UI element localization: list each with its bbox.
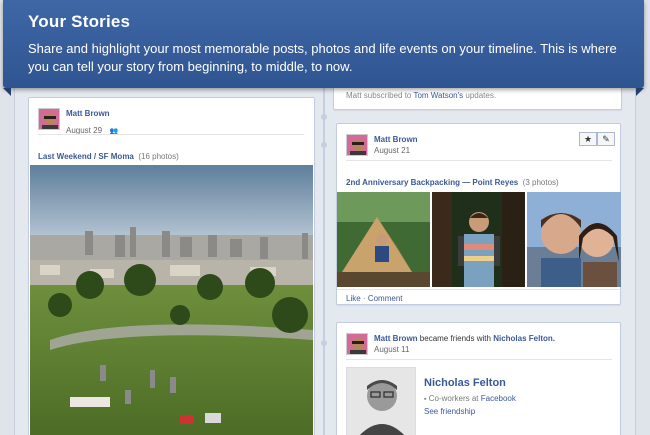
- album-post-card: Matt Brown August 29 👥 Last Weekend / SF…: [28, 97, 315, 435]
- banner-fold-left: [3, 88, 11, 96]
- action-separator: ·: [362, 294, 366, 303]
- album-link[interactable]: 2nd Anniversary Backpacking — Point Reye…: [346, 178, 518, 187]
- like-link[interactable]: Like: [346, 294, 361, 303]
- friendship-headline: Matt Brown became friends with Nicholas …: [374, 334, 555, 343]
- avatar[interactable]: [346, 333, 368, 355]
- album-count: (16 photos): [138, 152, 179, 161]
- author-name[interactable]: Matt Brown: [66, 109, 110, 118]
- post-actions: Like · Comment: [346, 294, 403, 303]
- banner-text: Share and highlight your most memorable …: [28, 41, 617, 74]
- friendship-post-card: Matt Brown became friends with Nicholas …: [336, 322, 621, 435]
- banner-title: Your Stories: [28, 12, 131, 31]
- briefcase-icon: ▪: [424, 396, 427, 403]
- album-photo-park[interactable]: [30, 165, 313, 435]
- post-date[interactable]: August 21: [374, 146, 410, 155]
- album-photo-hiker[interactable]: [432, 192, 525, 287]
- friend-card-name[interactable]: Nicholas Felton: [424, 377, 506, 389]
- timeline-stage: Matt subscribed to Tom Watson's updates.…: [0, 0, 650, 435]
- edit-pencil-icon[interactable]: ✎: [597, 132, 615, 146]
- avatar[interactable]: [346, 134, 368, 156]
- post-date-row: August 29 👥: [66, 120, 118, 138]
- timeline-spine-dot: [321, 142, 327, 148]
- divider: [38, 134, 304, 135]
- story-snippet: Matt subscribed to Tom Watson's updates.: [346, 91, 497, 100]
- friend-name-link[interactable]: Nicholas Felton.: [493, 334, 555, 343]
- album-photo-couple[interactable]: [527, 192, 621, 287]
- stories-banner: Your Stories Share and highlight your mo…: [3, 0, 644, 88]
- friend-profile-photo[interactable]: [346, 367, 416, 435]
- action-text: became friends with: [419, 334, 491, 343]
- divider: [346, 359, 612, 360]
- album-title-row: 2nd Anniversary Backpacking — Point Reye…: [346, 172, 559, 190]
- timeline-spine-dot: [321, 340, 327, 346]
- org-link[interactable]: Facebook: [481, 394, 516, 403]
- subscribed-name-link[interactable]: Tom Watson's: [413, 91, 463, 100]
- see-friendship-link[interactable]: See friendship: [424, 407, 475, 416]
- friend-meta-text: Co-workers at: [428, 394, 479, 403]
- album-photo-tent[interactable]: [337, 192, 430, 287]
- friend-meta: ▪ Co-workers at Facebook: [424, 394, 516, 403]
- album-link[interactable]: Last Weekend / SF Moma: [38, 152, 134, 161]
- album-count: (3 photos): [522, 178, 559, 187]
- comment-link[interactable]: Comment: [368, 294, 403, 303]
- avatar[interactable]: [38, 108, 60, 130]
- author-name[interactable]: Matt Brown: [374, 135, 418, 144]
- divider: [337, 289, 621, 290]
- banner-fold-right: [636, 88, 644, 96]
- album-post-card-2: Matt Brown August 21 ★ ✎ 2nd Anniversary…: [336, 123, 621, 305]
- post-date[interactable]: August 11: [374, 345, 409, 354]
- timeline-spine: [323, 80, 325, 435]
- star-icon[interactable]: ★: [579, 132, 597, 146]
- author-name[interactable]: Matt Brown: [374, 334, 418, 343]
- divider: [346, 160, 612, 161]
- album-title-row: Last Weekend / SF Moma (16 photos): [38, 146, 179, 164]
- timeline-spine-dot: [321, 114, 327, 120]
